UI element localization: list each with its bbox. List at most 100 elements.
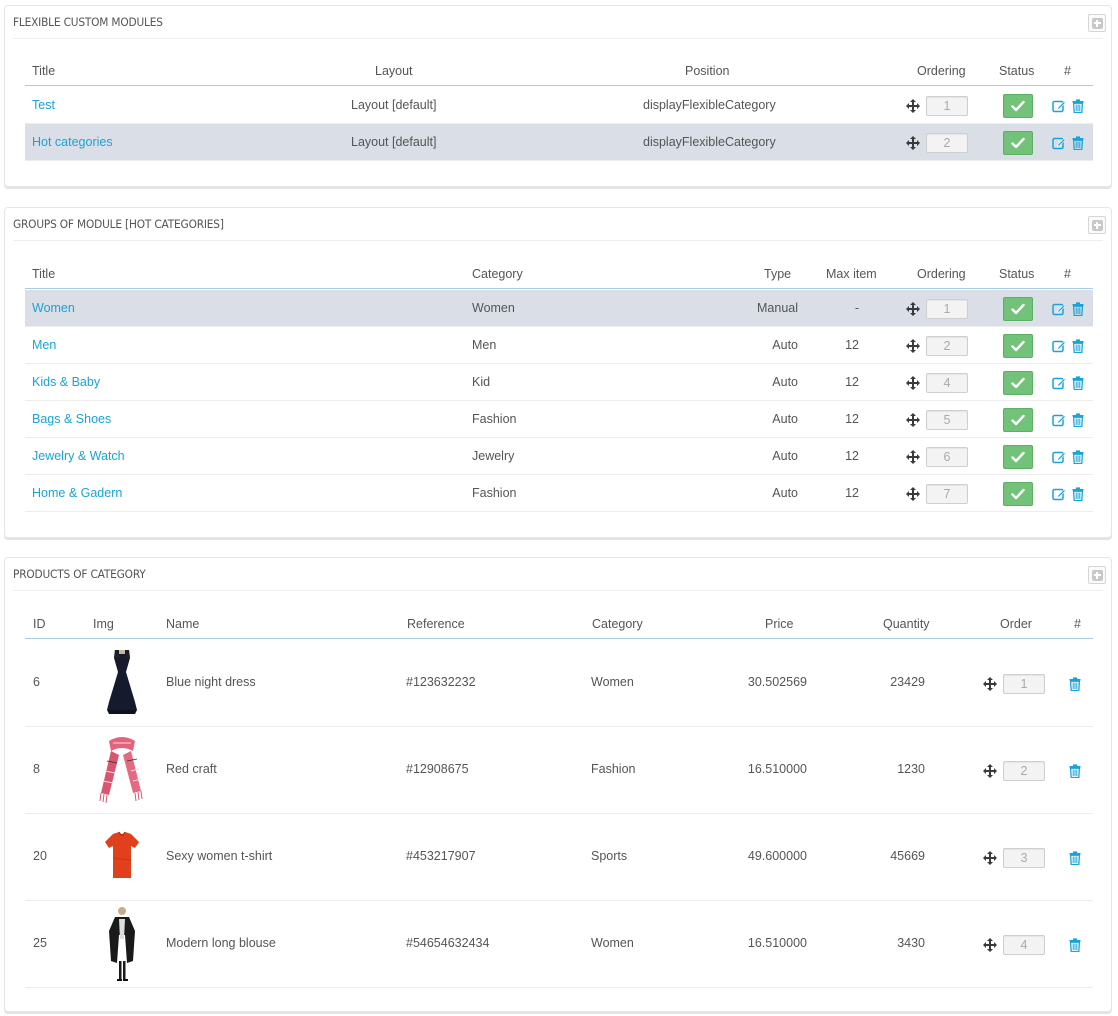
table-row[interactable]: Jewelry & Watch Jewelry Auto 12 6 <box>25 438 1093 475</box>
check-icon <box>1011 488 1025 500</box>
panel-title: PRODUCTS OF CATEGORY <box>13 567 146 581</box>
move-handle-icon[interactable] <box>983 937 997 952</box>
move-handle-icon[interactable] <box>983 763 997 778</box>
col-type: Type <box>764 267 792 281</box>
order-position-field[interactable]: 5 <box>926 409 968 430</box>
table-row[interactable]: 20 Sexy women t-shirt #453217907 Sports 49.6… <box>25 814 1093 901</box>
table-header: ID Img Name Reference Category Price Qua… <box>25 609 1093 639</box>
edit-icon[interactable] <box>1052 339 1066 353</box>
move-handle-icon[interactable] <box>906 301 920 316</box>
col-name: Name <box>166 617 200 631</box>
check-icon <box>1011 100 1025 112</box>
delete-icon[interactable] <box>1069 937 1083 952</box>
check-icon <box>1011 340 1025 352</box>
status-toggle-button[interactable] <box>1003 93 1033 118</box>
table-row[interactable]: Test Layout [default] displayFlexibleCateg… <box>25 87 1093 124</box>
module-title-link[interactable]: Test <box>32 98 55 112</box>
move-handle-icon[interactable] <box>906 135 920 150</box>
status-toggle-button[interactable] <box>1003 481 1033 506</box>
order-position-field[interactable]: 4 <box>1003 934 1045 955</box>
delete-icon[interactable] <box>1072 486 1086 501</box>
move-handle-icon[interactable] <box>906 486 920 501</box>
panel-header: GROUPS OF MODULE [HOT CATEGORIES] <box>13 208 1106 241</box>
status-toggle-button[interactable] <box>1003 333 1033 358</box>
product-quantity: 1230 <box>897 761 925 776</box>
edit-icon[interactable] <box>1052 376 1066 390</box>
category-value: Fashion <box>472 485 517 500</box>
layout-value: Layout [default] <box>351 97 437 112</box>
delete-icon[interactable] <box>1069 763 1083 778</box>
delete-icon[interactable] <box>1072 449 1086 464</box>
order-position-field[interactable]: 1 <box>926 298 968 319</box>
module-title-link[interactable]: Hot categories <box>32 135 113 149</box>
add-product-button[interactable] <box>1088 566 1106 584</box>
order-position-field[interactable]: 2 <box>926 335 968 356</box>
delete-icon[interactable] <box>1072 135 1086 150</box>
order-position-field[interactable]: 6 <box>926 446 968 467</box>
product-category: Women <box>591 674 634 689</box>
delete-icon[interactable] <box>1069 676 1083 691</box>
status-toggle-button[interactable] <box>1003 370 1033 395</box>
table-row[interactable]: 6 Blue night dress #123632232 Women 30.50256… <box>25 640 1093 727</box>
table-row[interactable]: Kids & Baby Kid Auto 12 4 <box>25 364 1093 401</box>
table-row[interactable]: Home & Gadern Fashion Auto 12 7 <box>25 475 1093 512</box>
move-handle-icon[interactable] <box>983 850 997 865</box>
product-reference: #123632232 <box>406 674 476 689</box>
product-reference: #54654632434 <box>406 935 490 950</box>
group-title-link[interactable]: Women <box>32 301 75 315</box>
max-item-value: 12 <box>845 337 859 352</box>
delete-icon[interactable] <box>1072 98 1086 113</box>
order-position-field[interactable]: 3 <box>1003 847 1045 868</box>
group-title-link[interactable]: Bags & Shoes <box>32 412 111 426</box>
edit-icon[interactable] <box>1052 136 1066 150</box>
delete-icon[interactable] <box>1072 412 1086 427</box>
edit-icon[interactable] <box>1052 413 1066 427</box>
table-row[interactable]: Women Women Manual - 1 <box>25 290 1093 327</box>
group-title-link[interactable]: Kids & Baby <box>32 375 100 389</box>
add-module-button[interactable] <box>1088 14 1106 32</box>
move-handle-icon[interactable] <box>906 98 920 113</box>
category-value: Fashion <box>472 411 517 426</box>
move-handle-icon[interactable] <box>906 375 920 390</box>
table-row[interactable]: Men Men Auto 12 2 <box>25 327 1093 364</box>
col-max-item: Max item <box>826 267 877 281</box>
edit-icon[interactable] <box>1052 450 1066 464</box>
delete-icon[interactable] <box>1072 375 1086 390</box>
order-position-field[interactable]: 2 <box>1003 760 1045 781</box>
status-toggle-button[interactable] <box>1003 407 1033 432</box>
move-handle-icon[interactable] <box>906 449 920 464</box>
order-position-field[interactable]: 1 <box>926 95 968 116</box>
delete-icon[interactable] <box>1069 850 1083 865</box>
group-title-link[interactable]: Men <box>32 338 56 352</box>
table-header: Title Category Type Max item Ordering St… <box>25 259 1093 289</box>
product-price: 49.600000 <box>747 848 807 863</box>
table-row[interactable]: Hot categories Layout [default] displayFle… <box>25 124 1093 161</box>
status-toggle-button[interactable] <box>1003 130 1033 155</box>
edit-icon[interactable] <box>1052 487 1066 501</box>
table-header: Title Layout Position Ordering Status # <box>25 56 1093 86</box>
edit-icon[interactable] <box>1052 99 1066 113</box>
status-toggle-button[interactable] <box>1003 444 1033 469</box>
table-row[interactable]: 25 Modern long blouse #54654632434 Women 16.… <box>25 901 1093 988</box>
order-position-field[interactable]: 7 <box>926 483 968 504</box>
order-position-field[interactable]: 4 <box>926 372 968 393</box>
status-toggle-button[interactable] <box>1003 296 1033 321</box>
col-order: Order <box>1000 617 1032 631</box>
table-row[interactable]: 8 Red craft #12908675 Fashion 16.510000 1230 2 <box>25 727 1093 814</box>
col-status: Status <box>999 267 1035 281</box>
group-title-link[interactable]: Home & Gadern <box>32 486 122 500</box>
delete-icon[interactable] <box>1072 301 1086 316</box>
max-item-value: - <box>854 300 859 315</box>
edit-icon[interactable] <box>1052 302 1066 316</box>
move-handle-icon[interactable] <box>983 676 997 691</box>
table-row[interactable]: Bags & Shoes Fashion Auto 12 5 <box>25 401 1093 438</box>
blouse-thumbnail <box>91 904 153 985</box>
add-group-button[interactable] <box>1088 216 1106 234</box>
move-handle-icon[interactable] <box>906 338 920 353</box>
panel-title: GROUPS OF MODULE [HOT CATEGORIES] <box>13 217 224 231</box>
group-title-link[interactable]: Jewelry & Watch <box>32 449 125 463</box>
move-handle-icon[interactable] <box>906 412 920 427</box>
order-position-field[interactable]: 1 <box>1003 673 1045 694</box>
order-position-field[interactable]: 2 <box>926 132 968 153</box>
delete-icon[interactable] <box>1072 338 1086 353</box>
